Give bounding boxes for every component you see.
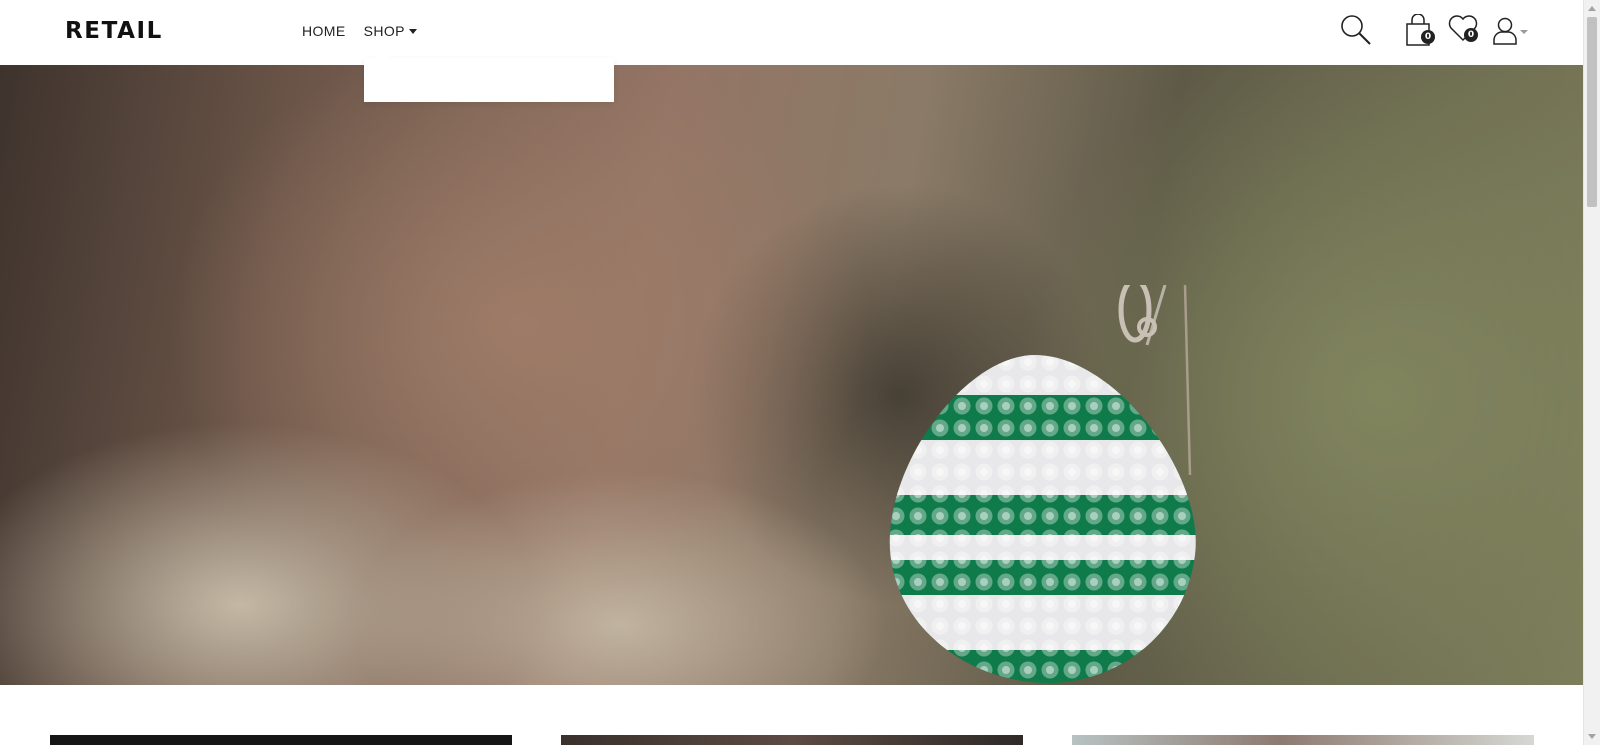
main-nav: HOME SHOP bbox=[302, 23, 417, 39]
caret-down-icon bbox=[408, 28, 417, 34]
product-card-2[interactable] bbox=[561, 735, 1023, 745]
nav-item-shop[interactable]: SHOP bbox=[364, 23, 417, 39]
scrollbar-thumb[interactable] bbox=[1587, 17, 1597, 207]
account-caret-icon[interactable] bbox=[1520, 30, 1528, 34]
site-header: RETAIL HOME SHOP 0 0 bbox=[0, 0, 1583, 65]
search-button[interactable] bbox=[1340, 14, 1372, 46]
shop-dropdown-menu bbox=[364, 51, 614, 102]
nav-item-label: SHOP bbox=[363, 23, 405, 39]
product-card-3[interactable] bbox=[1072, 735, 1534, 745]
page-scrollbar[interactable] bbox=[1583, 0, 1600, 745]
wishlist-count-badge: 0 bbox=[1464, 28, 1478, 42]
cart-count-badge: 0 bbox=[1421, 30, 1435, 44]
hero-slider[interactable] bbox=[0, 65, 1583, 685]
account-button[interactable] bbox=[1492, 14, 1518, 46]
user-icon bbox=[1493, 17, 1517, 45]
cart-button[interactable]: 0 bbox=[1405, 14, 1435, 46]
nav-item-label: HOME bbox=[302, 23, 346, 39]
site-logo[interactable]: RETAIL bbox=[65, 18, 163, 44]
pendant-earring-image bbox=[889, 285, 1196, 684]
product-card-1[interactable] bbox=[50, 735, 512, 745]
scroll-down-arrow-icon[interactable] bbox=[1588, 734, 1596, 739]
scroll-up-arrow-icon[interactable] bbox=[1588, 6, 1596, 11]
search-icon bbox=[1341, 15, 1371, 45]
wishlist-button[interactable]: 0 bbox=[1448, 14, 1478, 42]
nav-item-home[interactable]: HOME bbox=[302, 23, 346, 39]
